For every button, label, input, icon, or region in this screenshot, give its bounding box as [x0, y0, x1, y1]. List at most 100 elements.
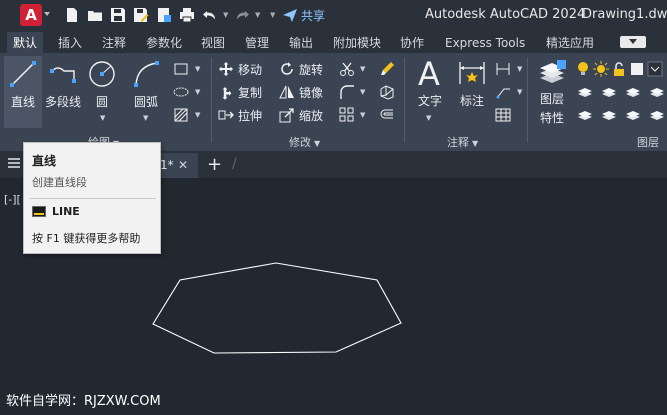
tab-express-tools[interactable]: Express Tools	[439, 32, 531, 54]
copy-icon	[222, 87, 232, 100]
publish-button[interactable]	[154, 5, 174, 25]
tab-parametric[interactable]: 参数化	[140, 32, 188, 54]
panel-divider	[404, 58, 405, 142]
layer-properties-button[interactable]: 图层 特性	[532, 58, 572, 126]
tab-view[interactable]: 视图	[195, 32, 231, 54]
annotation-panel-title[interactable]: 注释 ▼	[447, 134, 478, 150]
layer-tool-7[interactable]	[624, 106, 642, 124]
save-as-icon	[134, 8, 149, 22]
fillet-tool-button[interactable]	[338, 83, 356, 101]
heptagon-shape[interactable]	[152, 262, 402, 354]
layer-freeze-toggle[interactable]	[592, 60, 610, 78]
rotate-tool-button[interactable]: 旋转	[279, 59, 323, 79]
tab-output[interactable]: 输出	[283, 32, 319, 54]
customize-qat-icon[interactable]: ▼	[270, 11, 276, 19]
modify-panel-expand-icon: ▼	[314, 139, 321, 148]
linear-dim-dropdown-icon[interactable]: ▼	[517, 65, 522, 73]
tab-addins[interactable]: 附加模块	[327, 32, 387, 54]
rectangle-tool-button[interactable]	[172, 60, 190, 78]
undo-dropdown-icon[interactable]: ▼	[223, 11, 229, 19]
layer-tool-8[interactable]	[648, 106, 666, 124]
new-tab-button[interactable]: +	[207, 154, 222, 175]
layer-tool-3[interactable]	[624, 83, 642, 101]
redo-button[interactable]	[232, 5, 252, 25]
open-file-button[interactable]	[85, 5, 105, 25]
share-button[interactable]: 共享	[282, 7, 325, 24]
stretch-tool-button[interactable]: 拉伸	[218, 105, 262, 125]
undo-button[interactable]	[200, 5, 220, 25]
quick-access-toolbar: ▼ ▼ ▼	[62, 5, 276, 25]
leader-icon	[496, 88, 510, 99]
arc-dropdown-icon[interactable]: ▼	[143, 114, 148, 122]
tab-annotate[interactable]: 注释	[96, 32, 132, 54]
dimension-tool-button[interactable]: 标注	[454, 58, 490, 109]
offset-tool-button[interactable]	[378, 106, 396, 124]
tab-default[interactable]: 默认	[7, 32, 44, 54]
layer-tool-4[interactable]	[648, 83, 666, 101]
table-button[interactable]	[494, 106, 512, 124]
hatch-tool-button[interactable]	[172, 106, 190, 124]
document-tab-drawing1[interactable]: 1* ✕	[160, 153, 198, 178]
tooltip-command: LINE	[52, 205, 80, 218]
chevron-down-icon	[647, 61, 663, 77]
ribbon-minimize-button[interactable]	[620, 36, 646, 48]
layers-panel-title[interactable]: 图层	[637, 134, 659, 150]
erase-tool-button[interactable]	[378, 60, 396, 78]
polyline-tool-button[interactable]: 多段线	[43, 59, 83, 110]
move-tool-button[interactable]: 移动	[218, 59, 262, 79]
app-menu-button[interactable]: A	[20, 4, 50, 26]
ellipse-tool-button[interactable]	[172, 83, 190, 101]
modify-panel-title[interactable]: 修改 ▼	[289, 134, 320, 150]
linear-dim-button[interactable]	[494, 60, 512, 78]
circle-tool-button[interactable]: 圆	[85, 59, 119, 110]
text-tool-button[interactable]: A 文字	[412, 58, 448, 109]
new-file-button[interactable]	[62, 5, 82, 25]
ellipse-dropdown-icon[interactable]: ▼	[195, 88, 200, 96]
tab-divider-icon: /	[232, 156, 237, 172]
rectangle-dropdown-icon[interactable]: ▼	[195, 65, 200, 73]
tab-insert[interactable]: 插入	[52, 32, 88, 54]
tab-collaborate[interactable]: 协作	[394, 32, 430, 54]
line-tool-button[interactable]: 直线	[4, 56, 42, 128]
tooltip-description: 创建直线段	[32, 176, 87, 189]
scale-icon	[279, 108, 294, 123]
layer-tool-5[interactable]	[576, 106, 594, 124]
tab-manage[interactable]: 管理	[239, 32, 275, 54]
explode-tool-button[interactable]	[378, 83, 396, 101]
mirror-tool-button[interactable]: 镜像	[279, 82, 323, 102]
copy-tool-button[interactable]: 复制	[218, 82, 262, 102]
plot-button[interactable]	[177, 5, 197, 25]
file-tabs-menu-icon[interactable]	[8, 157, 20, 169]
fillet-dropdown-icon[interactable]: ▼	[360, 88, 365, 96]
trim-tool-button[interactable]	[338, 60, 356, 78]
polyline-icon	[50, 67, 76, 83]
folder-icon	[88, 11, 102, 21]
save-button[interactable]	[108, 5, 128, 25]
layer-tool-2[interactable]	[600, 83, 618, 101]
hatch-dropdown-icon[interactable]: ▼	[195, 111, 200, 119]
circle-dropdown-icon[interactable]: ▼	[100, 114, 105, 122]
lightbulb-icon	[578, 62, 588, 75]
layer-lock-toggle[interactable]	[610, 60, 628, 78]
layer-color-dropdown[interactable]	[646, 60, 664, 78]
redo-dropdown-icon[interactable]: ▼	[255, 11, 261, 19]
layer-unlock-icon	[650, 111, 664, 120]
arc-tool-button[interactable]: 圆弧	[128, 59, 164, 110]
layer-tool-6[interactable]	[600, 106, 618, 124]
leader-button[interactable]	[494, 83, 512, 101]
close-icon[interactable]: ✕	[178, 153, 188, 178]
scale-tool-button[interactable]: 缩放	[279, 105, 323, 125]
text-dropdown-icon[interactable]: ▼	[426, 114, 431, 122]
layer-color-swatch[interactable]	[628, 60, 646, 78]
tab-featured-apps[interactable]: 精选应用	[540, 32, 600, 54]
array-tool-button[interactable]	[338, 106, 356, 124]
save-as-button[interactable]	[131, 5, 151, 25]
arc-tool-label: 圆弧	[133, 95, 158, 109]
tooltip-divider	[30, 198, 156, 199]
layer-tool-1[interactable]	[576, 83, 594, 101]
trim-dropdown-icon[interactable]: ▼	[360, 65, 365, 73]
leader-dropdown-icon[interactable]: ▼	[517, 88, 522, 96]
array-dropdown-icon[interactable]: ▼	[360, 111, 365, 119]
tooltip-title: 直线	[32, 154, 57, 168]
layer-on-toggle[interactable]	[574, 60, 592, 78]
